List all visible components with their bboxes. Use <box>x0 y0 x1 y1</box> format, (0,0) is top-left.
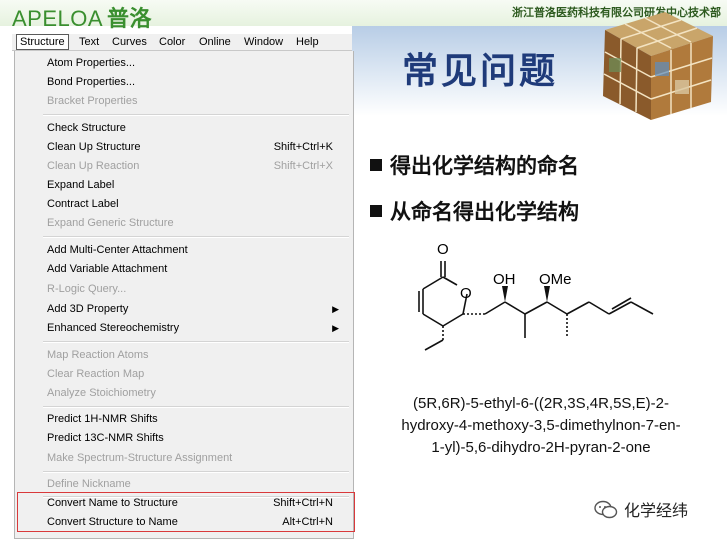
menu-item-bracket-properties[interactable]: Bracket Properties <box>47 93 343 109</box>
menu-item-make-spectrum-structure-assignment[interactable]: Make Spectrum-Structure Assignment <box>47 450 343 466</box>
menu-item-clear-reaction-map[interactable]: Clear Reaction Map <box>47 366 343 382</box>
menu-separator <box>43 341 349 343</box>
brand-cn: 普洛 <box>107 6 153 31</box>
menu-structure[interactable]: Structure <box>16 34 69 50</box>
bullet-square-icon <box>370 159 382 171</box>
wechat-icon <box>594 500 618 519</box>
menu-separator <box>43 236 349 238</box>
menu-separator <box>43 406 349 408</box>
menu-item-check-structure[interactable]: Check Structure <box>47 120 343 136</box>
bullet-item: 得出化学结构的命名 <box>370 150 579 180</box>
menu-item-label: Map Reaction Atoms <box>47 349 149 361</box>
submenu-arrow-icon: ▶ <box>332 323 339 333</box>
menu-item-label: Expand Label <box>47 179 115 191</box>
menu-item-label: Clean Up Structure <box>47 141 141 153</box>
menu-item-label: Add 3D Property <box>47 303 129 315</box>
hydroxy-label: OH <box>493 271 516 288</box>
menu-item-predict-1h-nmr[interactable]: Predict 1H-NMR Shifts <box>47 411 343 427</box>
menu-item-shortcut: Shift+Ctrl+X <box>273 160 333 172</box>
iupac-line: (5R,6R)-5-ethyl-6-((2R,3S,4R,5S,E)-2- <box>413 395 669 412</box>
menu-item-add-3d-property[interactable]: Add 3D Property ▶ <box>47 301 343 317</box>
company-logo: APELOA 普洛 <box>12 1 152 33</box>
watermark: 化学经纬 <box>594 497 688 521</box>
molecule-bonds <box>418 261 654 351</box>
ring-oxygen-label: O <box>460 285 472 302</box>
bullet-text: 从命名得出化学结构 <box>390 200 579 224</box>
highlight-box <box>17 492 355 532</box>
iupac-line: 1-yl)-5,6-dihydro-2H-pyran-2-one <box>431 439 651 456</box>
slide-title: 常见问题 <box>402 50 559 92</box>
menu-item-enhanced-stereochemistry[interactable]: Enhanced Stereochemistry ▶ <box>47 320 343 336</box>
structure-dropdown-menu: Atom Properties... Bond Properties... Br… <box>14 51 354 539</box>
menu-item-atom-properties[interactable]: Atom Properties... <box>47 55 343 71</box>
app-menubar: Structure Text Curves Color Online Windo… <box>12 34 352 51</box>
menu-item-bond-properties[interactable]: Bond Properties... <box>47 74 343 90</box>
menu-item-label: Make Spectrum-Structure Assignment <box>47 452 233 464</box>
methoxy-label: OMe <box>539 271 572 288</box>
menu-item-label: Check Structure <box>47 122 126 134</box>
bullet-item: 从命名得出化学结构 <box>370 196 579 226</box>
submenu-arrow-icon: ▶ <box>332 304 339 314</box>
menu-item-label: Clear Reaction Map <box>47 368 145 380</box>
wedge-bond <box>502 286 508 302</box>
menu-separator <box>43 114 349 116</box>
menu-item-clean-up-structure[interactable]: Clean Up Structure Shift+Ctrl+K <box>47 139 343 155</box>
menu-item-label: Clean Up Reaction <box>47 160 140 172</box>
menu-item-label: Analyze Stoichiometry <box>47 387 156 399</box>
menu-item-contract-label[interactable]: Contract Label <box>47 196 343 212</box>
menu-item-shortcut: Shift+Ctrl+K <box>273 141 333 153</box>
menu-item-label: Add Variable Attachment <box>47 263 168 275</box>
menu-online[interactable]: Online <box>196 35 234 49</box>
menu-item-label: Bracket Properties <box>47 95 138 107</box>
bullet-text: 得出化学结构的命名 <box>390 154 579 178</box>
menu-item-analyze-stoichiometry[interactable]: Analyze Stoichiometry <box>47 385 343 401</box>
menu-item-add-multi-center-attachment[interactable]: Add Multi-Center Attachment <box>47 242 343 258</box>
menu-item-expand-label[interactable]: Expand Label <box>47 177 343 193</box>
wedge-bond <box>544 286 550 302</box>
menu-item-label: Atom Properties... <box>47 57 136 69</box>
menu-curves[interactable]: Curves <box>109 35 150 49</box>
carbonyl-oxygen-label: O <box>437 241 449 258</box>
menu-item-label: Contract Label <box>47 198 119 210</box>
menu-item-label: Expand Generic Structure <box>47 217 174 229</box>
menu-window[interactable]: Window <box>241 35 286 49</box>
menu-item-label: Define Nickname <box>47 478 131 490</box>
menu-item-define-nickname[interactable]: Define Nickname <box>47 476 343 492</box>
menu-item-label: Predict 1H-NMR Shifts <box>47 413 158 425</box>
photo-cube-image <box>603 12 713 120</box>
watermark-text: 化学经纬 <box>624 501 689 520</box>
menu-item-clean-up-reaction[interactable]: Clean Up Reaction Shift+Ctrl+X <box>47 158 343 174</box>
menu-item-label: Add Multi-Center Attachment <box>47 244 188 256</box>
bullet-square-icon <box>370 205 382 217</box>
menu-text[interactable]: Text <box>76 35 102 49</box>
menu-item-predict-13c-nmr[interactable]: Predict 13C-NMR Shifts <box>47 430 343 446</box>
menu-item-label: R-Logic Query... <box>47 283 127 295</box>
menu-help[interactable]: Help <box>293 35 322 49</box>
iupac-name: (5R,6R)-5-ethyl-6-((2R,3S,4R,5S,E)-2- hy… <box>360 393 722 459</box>
iupac-line: hydroxy-4-methoxy-3,5-dimethylnon-7-en- <box>401 417 681 434</box>
menu-item-expand-generic-structure[interactable]: Expand Generic Structure <box>47 215 343 231</box>
menu-separator <box>43 471 349 473</box>
menu-color[interactable]: Color <box>156 35 188 49</box>
menu-item-r-logic-query[interactable]: R-Logic Query... <box>47 281 343 297</box>
molecule-structure: O O OH OMe <box>418 241 654 351</box>
menu-item-map-reaction-atoms[interactable]: Map Reaction Atoms <box>47 347 343 363</box>
menu-item-label: Predict 13C-NMR Shifts <box>47 432 164 444</box>
menu-item-add-variable-attachment[interactable]: Add Variable Attachment <box>47 261 343 277</box>
brand-latin: APELOA <box>12 6 104 31</box>
menu-item-label: Enhanced Stereochemistry <box>47 322 180 334</box>
menu-item-label: Bond Properties... <box>47 76 136 88</box>
